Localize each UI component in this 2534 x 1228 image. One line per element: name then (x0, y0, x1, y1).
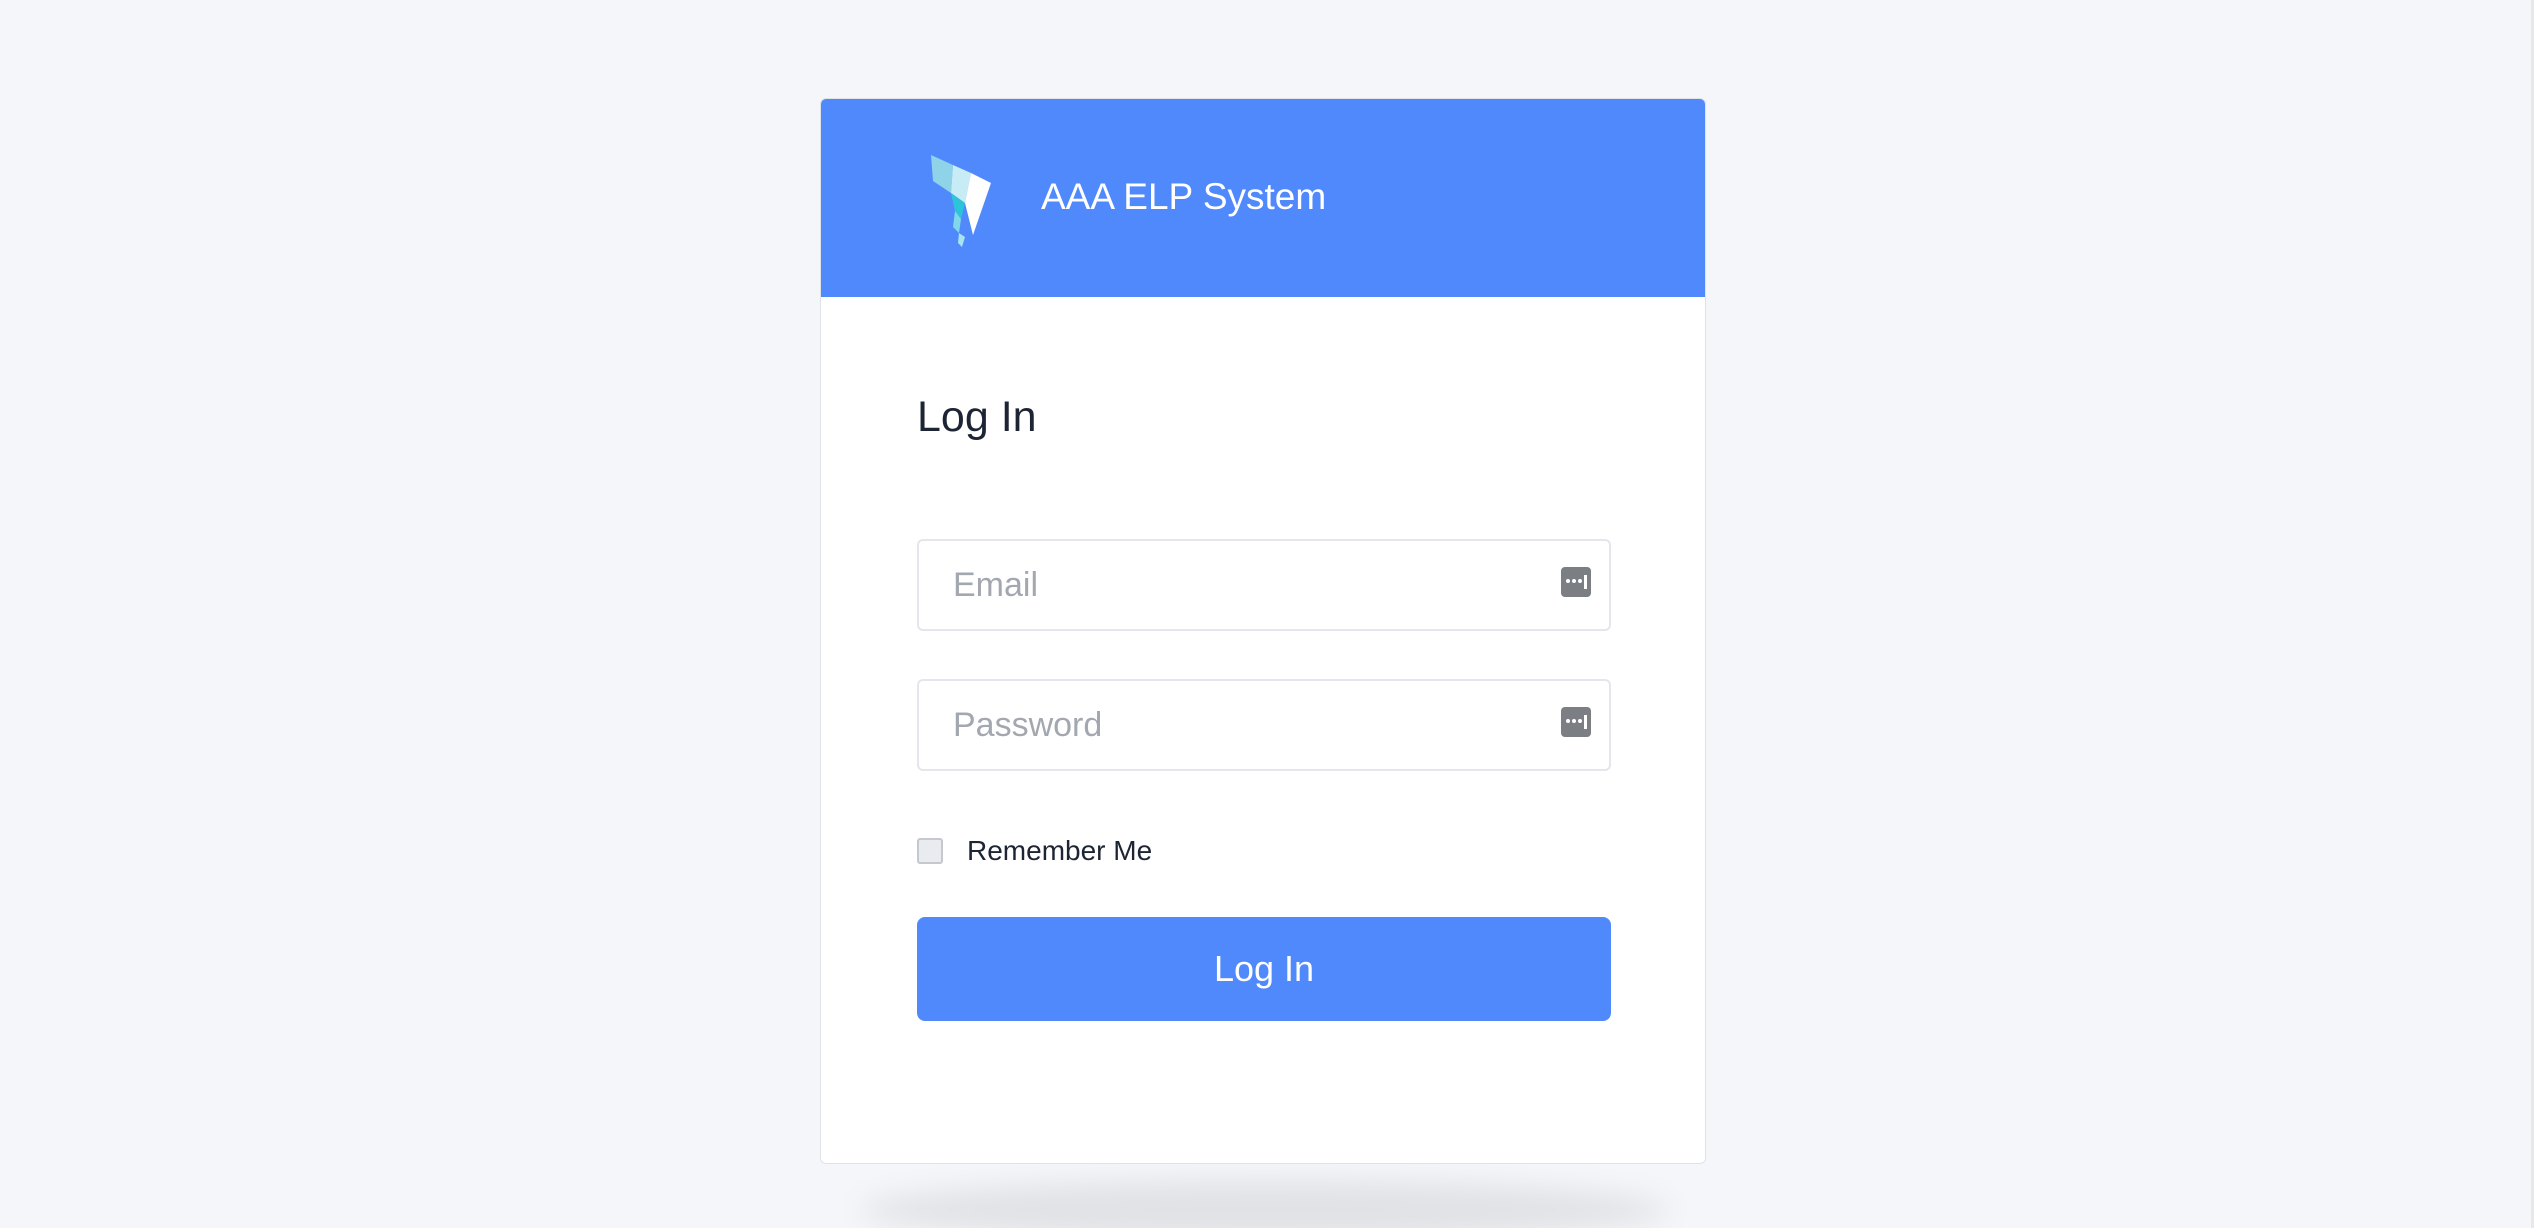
brand-logo-icon (931, 155, 991, 247)
password-field[interactable] (917, 679, 1611, 771)
password-input[interactable] (953, 681, 1513, 769)
login-button[interactable]: Log In (917, 917, 1611, 1021)
remember-me-label[interactable]: Remember Me (967, 835, 1152, 867)
password-manager-key-icon[interactable] (1561, 707, 1591, 737)
login-card: AAA ELP System Log In Remember Me Log In (820, 98, 1706, 1164)
app-title: AAA ELP System (1041, 176, 1327, 217)
card-header: AAA ELP System (821, 99, 1705, 297)
card-shadow (860, 1180, 1670, 1228)
password-manager-key-icon[interactable] (1561, 567, 1591, 597)
email-input[interactable] (953, 541, 1513, 629)
remember-me-row[interactable]: Remember Me (917, 833, 1152, 869)
remember-me-checkbox[interactable] (917, 838, 943, 864)
email-field[interactable] (917, 539, 1611, 631)
page-title: Log In (917, 393, 1037, 441)
login-page: AAA ELP System Log In Remember Me Log In (0, 0, 2534, 1228)
